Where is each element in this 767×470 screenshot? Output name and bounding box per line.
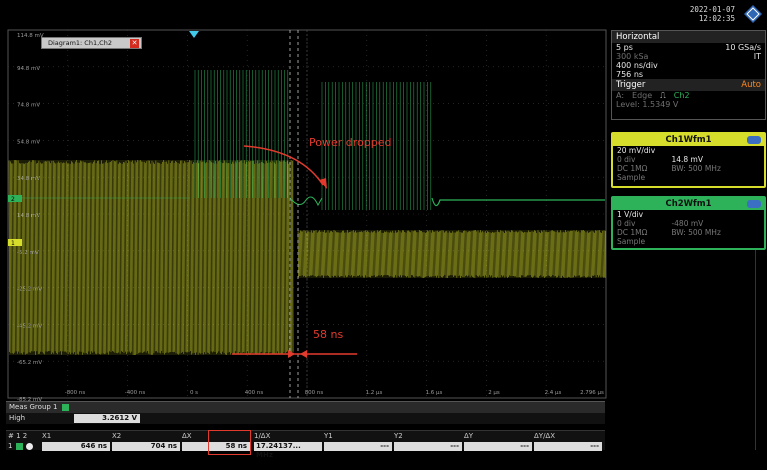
horizontal-title: Horizontal <box>612 31 765 43</box>
y-axis-label: 74.8 mV <box>17 103 40 109</box>
time-scale: 400 ns/div <box>616 61 658 70</box>
ch1-offset-val: 14.8 mV <box>671 155 703 164</box>
divider <box>755 250 756 450</box>
y-axis-label: 114.8 mV <box>17 33 44 39</box>
x-axis-label: 2.796 µs <box>580 390 604 396</box>
x-axis-label: 2.4 µs <box>545 390 562 396</box>
cursor-col-header: Y1 <box>324 432 333 441</box>
cursor-row-index: 1 <box>8 442 12 450</box>
ch1-envelope-after <box>298 230 605 278</box>
cursor-dy: --- <box>464 442 532 451</box>
trigger-source: Ch2 <box>674 91 690 100</box>
ch1-wfm-panel[interactable]: Ch1Wfm1 20 mV/div 0 div 14.8 mV DC 1MΩ BW:… <box>611 132 766 188</box>
rising-edge-icon: ⎍ <box>660 91 666 100</box>
ch2-wfm-panel[interactable]: Ch2Wfm1 1 V/div 0 div -480 mV DC 1MΩ BW: 5… <box>611 196 766 250</box>
acquisition-time: 756 ns <box>616 70 643 79</box>
record-length: 300 kSa <box>616 52 648 61</box>
meas-group-bar[interactable]: Meas Group 1 <box>6 401 605 413</box>
y-axis-label: 34.8 mV <box>17 176 40 182</box>
y-axis-label: 94.8 mV <box>17 66 40 72</box>
y-axis-label: -45.2 mV <box>17 323 42 329</box>
cursor-col-header: Y2 <box>394 432 403 441</box>
delta-annotation: 58 ns <box>313 328 343 341</box>
trigger-level: Level: 1.5349 V <box>616 100 678 109</box>
ch1-title: Ch1Wfm1 <box>665 135 711 145</box>
cursor-table[interactable]: # 1 2 X1 X2 ΔX 1/ΔX Y1 Y2 ΔY ΔY/ΔX 1 646… <box>6 430 605 450</box>
y-axis-label: -65.2 mV <box>17 360 42 366</box>
trigger-title-row[interactable]: Trigger Auto <box>612 79 765 91</box>
ch1-bandwidth: BW: 500 MHz <box>671 164 721 173</box>
cursor-x2: 704 ns <box>112 442 180 451</box>
ch2-offset-val: -480 mV <box>671 219 703 228</box>
meas-value: 3.2612 V <box>74 414 140 423</box>
trigger-mode: Auto <box>741 80 761 90</box>
power-dropped-annotation: Power dropped <box>309 136 391 149</box>
ch1-offset-div: 0 div <box>617 155 635 164</box>
cursor-col-header: ΔY <box>464 432 473 441</box>
minimize-icon[interactable] <box>747 200 761 208</box>
trigger-type: Edge <box>632 91 652 100</box>
cursor-col-header: X1 <box>42 432 51 441</box>
ch1-mode: Sample <box>617 173 645 182</box>
ch2-title: Ch2Wfm1 <box>665 199 711 209</box>
meas-result-row: High 3.2612 V <box>6 413 605 424</box>
datetime: 2022-01-07 12:02:35 <box>690 5 735 23</box>
cursor-col-header: X2 <box>112 432 121 441</box>
y-axis-label: -5.2 mV <box>17 250 39 256</box>
cursor-col-header: 1/ΔX <box>254 432 270 441</box>
x-axis-label: 800 ns <box>305 390 324 396</box>
sample-rate: 10 GSa/s <box>725 43 761 52</box>
y-axis-label: 14.8 mV <box>17 213 40 219</box>
time-text: 12:02:35 <box>690 14 735 23</box>
ch1-envelope <box>9 160 294 355</box>
x-axis-label: 1.6 µs <box>426 390 443 396</box>
x-axis-label: 400 ns <box>245 390 264 396</box>
x-axis-label: 1.2 µs <box>366 390 383 396</box>
x-axis-label: 0 s <box>190 390 198 396</box>
meas-label: High <box>9 414 25 422</box>
cursor-dy-dx: --- <box>534 442 602 451</box>
ch1-scale: 20 mV/div <box>617 146 655 155</box>
rohde-schwarz-logo-icon <box>743 4 763 24</box>
ch1-marker-label: 1 <box>11 240 15 247</box>
cursor-col-header: ΔX <box>182 432 192 441</box>
trigger-prefix: A: <box>616 91 624 100</box>
ch1-coupling: DC 1MΩ <box>617 164 647 173</box>
diagram-tab[interactable]: Diagram1: Ch1,Ch2 ✕ <box>41 37 142 49</box>
cursor-x1: 646 ns <box>42 442 110 451</box>
date-text: 2022-01-07 <box>690 5 735 14</box>
x-axis-label: 2 µs <box>488 390 500 396</box>
minimize-icon[interactable] <box>747 136 761 144</box>
ch2-coupling: DC 1MΩ <box>617 228 647 237</box>
close-icon[interactable]: ✕ <box>130 39 139 48</box>
cursor-settings-icon[interactable] <box>26 443 33 450</box>
cursor-y1: --- <box>324 442 392 451</box>
x-axis-label: -400 ns <box>125 390 146 396</box>
dx-highlight-box <box>208 430 251 455</box>
y-axis-label: 54.8 mV <box>17 139 40 145</box>
horizontal-panel[interactable]: Horizontal 5 ps 10 GSa/s 300 kSa IT 400 ns… <box>611 30 766 120</box>
meas-group-toggle[interactable] <box>62 404 69 411</box>
meas-group-label: Meas Group 1 <box>9 403 58 411</box>
ch2-bandwidth: BW: 500 MHz <box>671 228 721 237</box>
ch2-offset-div: 0 div <box>617 219 635 228</box>
y-axis-label: -25.2 mV <box>17 287 42 293</box>
ch2-mode: Sample <box>617 237 645 246</box>
ch2-scale: 1 V/div <box>617 210 643 219</box>
cursor-enable-checkbox[interactable] <box>16 443 23 450</box>
cursor-inv-dx: 17.24137... MHz <box>254 442 322 451</box>
cursor-y2: --- <box>394 442 462 451</box>
cursor-col-header: # 1 2 <box>8 432 27 441</box>
x-axis-label: -800 ns <box>65 390 86 396</box>
ch2-marker-label: 2 <box>11 196 15 203</box>
interpolation-mode: IT <box>754 52 761 61</box>
cursor-col-header: ΔY/ΔX <box>534 432 555 441</box>
diagram-tab-label: Diagram1: Ch1,Ch2 <box>48 39 112 47</box>
trigger-title: Trigger <box>616 80 645 90</box>
oscilloscope-screen: 114.8 mV 94.8 mV 74.8 mV 54.8 mV 34.8 mV 14.8… <box>0 0 767 470</box>
resolution: 5 ps <box>616 43 633 52</box>
